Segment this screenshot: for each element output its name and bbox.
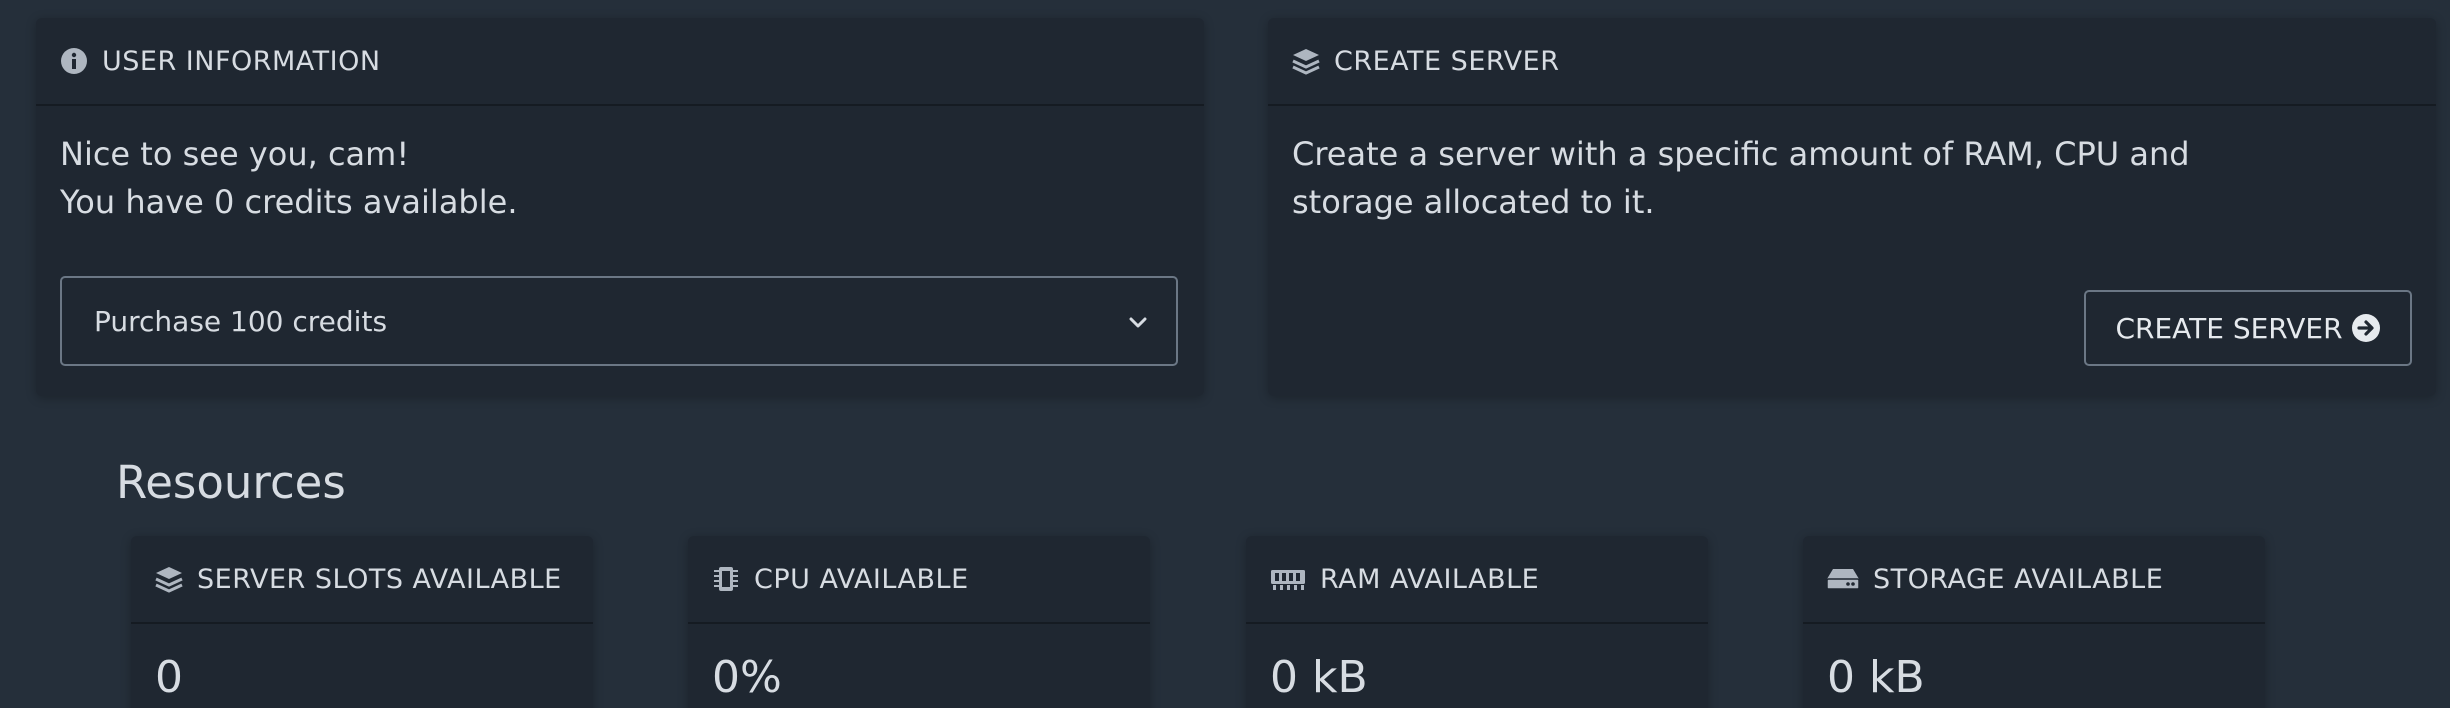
layers-icon	[1290, 45, 1322, 77]
purchase-credits-select[interactable]: Purchase 100 credits	[60, 276, 1178, 366]
storage-available-label: STORAGE AVAILABLE	[1873, 563, 2164, 595]
greeting-text: Nice to see you, cam!	[60, 135, 410, 173]
cpu-available-label: CPU AVAILABLE	[754, 563, 969, 595]
hard-drive-icon	[1825, 563, 1861, 595]
user-information-card: USER INFORMATION Nice to see you, cam! Y…	[36, 18, 1204, 396]
cpu-available-value: 0%	[712, 652, 782, 703]
ram-available-value: 0 kB	[1270, 652, 1368, 703]
memory-icon	[1268, 563, 1308, 595]
server-slots-card: SERVER SLOTS AVAILABLE 0	[131, 536, 593, 708]
ram-available-card: RAM AVAILABLE 0 kB	[1246, 536, 1708, 708]
user-information-title: USER INFORMATION	[102, 45, 381, 77]
purchase-credits-selected-value: Purchase 100 credits	[94, 304, 388, 338]
cpu-chip-icon	[710, 563, 742, 595]
user-information-body: Nice to see you, cam! You have 0 credits…	[36, 106, 1204, 250]
server-slots-header: SERVER SLOTS AVAILABLE	[131, 536, 593, 624]
server-slots-value: 0	[155, 652, 183, 703]
create-server-card: CREATE SERVER Create a server with a spe…	[1268, 18, 2436, 396]
storage-available-header: STORAGE AVAILABLE	[1803, 536, 2265, 624]
dashboard-page: USER INFORMATION Nice to see you, cam! Y…	[0, 0, 2450, 708]
create-server-description: Create a server with a specific amount o…	[1292, 135, 2190, 221]
create-server-body: Create a server with a specific amount o…	[1268, 106, 2436, 250]
credits-text: You have 0 credits available.	[60, 183, 518, 221]
storage-available-card: STORAGE AVAILABLE 0 kB	[1803, 536, 2265, 708]
arrow-circle-right-icon	[2351, 313, 2381, 343]
cpu-available-header: CPU AVAILABLE	[688, 536, 1150, 624]
ram-available-header: RAM AVAILABLE	[1246, 536, 1708, 624]
create-server-header: CREATE SERVER	[1268, 18, 2436, 106]
user-information-header: USER INFORMATION	[36, 18, 1204, 106]
cpu-available-card: CPU AVAILABLE 0%	[688, 536, 1150, 708]
create-server-button-label: CREATE SERVER	[2115, 311, 2343, 345]
chevron-down-icon	[1126, 308, 1150, 332]
ram-available-label: RAM AVAILABLE	[1320, 563, 1540, 595]
create-server-button[interactable]: CREATE SERVER	[2084, 290, 2412, 366]
storage-available-value: 0 kB	[1827, 652, 1925, 703]
create-server-title: CREATE SERVER	[1334, 45, 1560, 77]
resources-heading: Resources	[116, 456, 346, 509]
layers-icon	[153, 563, 185, 595]
server-slots-label: SERVER SLOTS AVAILABLE	[197, 563, 562, 595]
info-circle-icon	[58, 45, 90, 77]
